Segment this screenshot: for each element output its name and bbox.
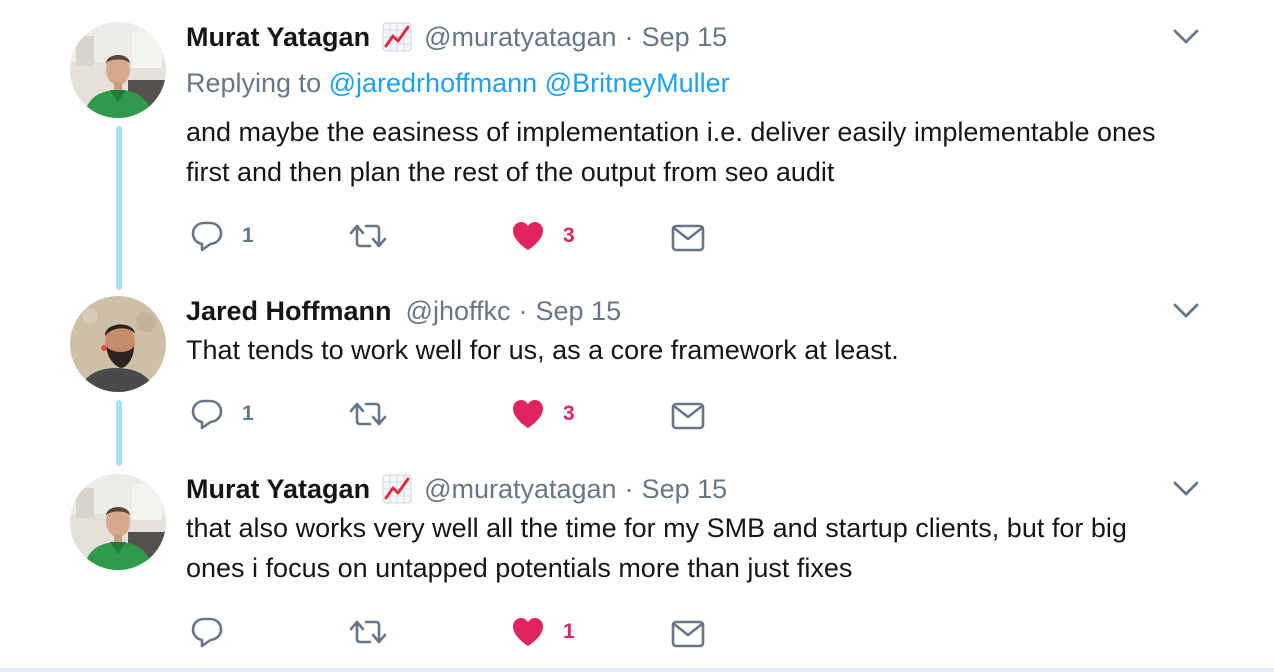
chevron-down-icon[interactable] [1172, 28, 1200, 46]
chevron-down-icon[interactable] [1172, 302, 1200, 320]
tweet-text-line: That tends to work well for us, as a cor… [186, 335, 899, 365]
like-count: 3 [563, 402, 575, 425]
author-name[interactable]: Jared Hoffmann [186, 296, 392, 327]
separator-dot: · [518, 295, 528, 326]
mail-icon [671, 620, 705, 648]
retweet-button[interactable] [348, 218, 388, 254]
chevron-down-icon[interactable] [1172, 480, 1200, 498]
reply-count: 1 [242, 224, 254, 247]
direct-message-button[interactable] [671, 616, 705, 652]
mention-link[interactable]: @jaredrhoffmann [329, 68, 538, 98]
separator-dot: · [624, 473, 634, 504]
mention-link[interactable]: @BritneyMuller [545, 68, 730, 98]
like-button[interactable]: 3 [511, 396, 575, 432]
reply-button[interactable]: 1 [190, 218, 254, 254]
direct-message-button[interactable] [671, 398, 705, 434]
author-handle[interactable]: @muratyatagan [424, 474, 617, 505]
separator-dot: · [624, 21, 634, 52]
avatar[interactable] [70, 296, 166, 392]
tweet-header: Jared Hoffmann @jhoffkc · Sep 15 [186, 294, 621, 328]
author-name[interactable]: Murat Yatagan [186, 22, 370, 53]
tweet-text: and maybe the easiness of implementation… [186, 112, 1226, 192]
heart-icon [511, 220, 545, 252]
reply-button[interactable]: 1 [190, 396, 254, 432]
timeline-divider [0, 668, 1274, 672]
tweet-text: That tends to work well for us, as a cor… [186, 330, 1226, 370]
like-count: 3 [563, 224, 575, 247]
chart-increasing-icon [382, 474, 412, 504]
tweet-date[interactable]: Sep 15 [536, 296, 622, 327]
heart-icon [511, 616, 545, 648]
like-button[interactable]: 3 [511, 218, 575, 254]
retweet-icon [348, 615, 388, 649]
retweet-button[interactable] [348, 396, 388, 432]
replying-to: Replying to @jaredrhoffmann @BritneyMull… [186, 68, 730, 99]
thread-line [116, 400, 122, 466]
tweet-header: Murat Yatagan @muratyatagan · Sep 15 [186, 20, 727, 54]
mail-icon [671, 224, 705, 252]
chart-increasing-icon [382, 22, 412, 52]
tweet-text-line: and maybe the easiness of implementation… [186, 117, 1156, 147]
author-handle[interactable]: @muratyatagan [424, 22, 617, 53]
replying-to-prefix: Replying to [186, 68, 322, 98]
reply-icon [190, 615, 224, 649]
retweet-button[interactable] [348, 614, 388, 650]
retweet-icon [348, 397, 388, 431]
like-count: 1 [563, 620, 575, 643]
tweet[interactable]: Murat Yatagan @muratyatagan · Sep 15 Rep… [0, 0, 1274, 290]
retweet-icon [348, 219, 388, 253]
tweet-date[interactable]: Sep 15 [642, 22, 728, 53]
author-handle[interactable]: @jhoffkc [406, 296, 511, 327]
tweet-header: Murat Yatagan @muratyatagan · Sep 15 [186, 472, 727, 506]
reply-button[interactable] [190, 614, 224, 650]
like-button[interactable]: 1 [511, 614, 575, 650]
direct-message-button[interactable] [671, 220, 705, 256]
tweet-text-line: that also works very well all the time f… [186, 513, 1127, 543]
avatar[interactable] [70, 22, 166, 118]
reply-icon [190, 397, 224, 431]
tweet-text-line: first and then plan the rest of the outp… [186, 157, 835, 187]
heart-icon [511, 398, 545, 430]
tweet-text: that also works very well all the time f… [186, 508, 1226, 588]
reply-icon [190, 219, 224, 253]
tweet-date[interactable]: Sep 15 [642, 474, 728, 505]
author-name[interactable]: Murat Yatagan [186, 474, 370, 505]
reply-count: 1 [242, 402, 254, 425]
avatar[interactable] [70, 474, 166, 570]
mail-icon [671, 402, 705, 430]
tweet-text-line: ones i focus on untapped potentials more… [186, 553, 853, 583]
